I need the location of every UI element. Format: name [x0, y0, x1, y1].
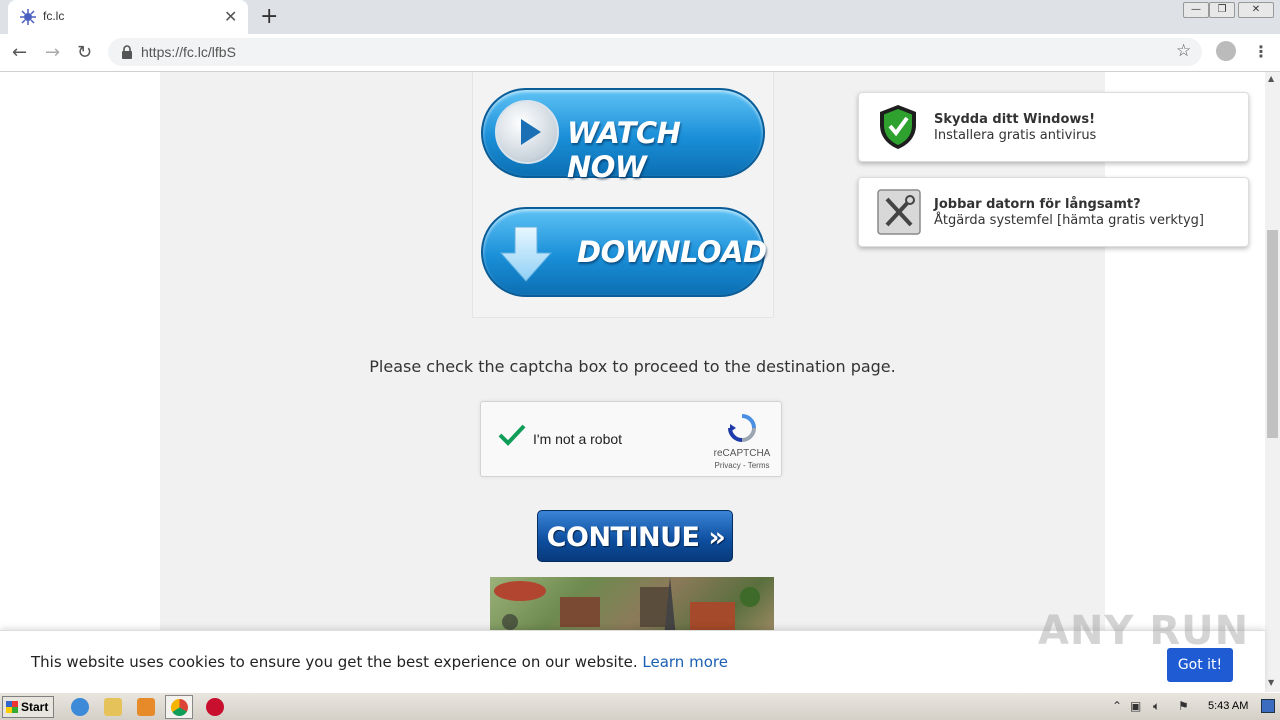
- content-column: WATCH NOW DOWNLOAD Please check the capt…: [160, 72, 1105, 692]
- game-scene-graphic: [494, 577, 760, 637]
- scroll-down-icon[interactable]: ▼: [1268, 678, 1274, 687]
- reload-icon[interactable]: ↻: [77, 42, 92, 63]
- opera-icon[interactable]: [206, 698, 224, 716]
- widget-title: Skydda ditt Windows!: [934, 112, 1096, 127]
- robot-checkbox-label: I'm not a robot: [533, 431, 623, 447]
- browser-tab[interactable]: fc.lc ✕: [8, 0, 248, 34]
- lock-icon: [122, 45, 132, 59]
- anyrun-watermark: ANY RUN: [1038, 608, 1250, 654]
- windows-logo-icon: [6, 701, 18, 713]
- shield-check-icon: [880, 105, 916, 149]
- recaptcha-widget[interactable]: I'm not a robot reCAPTCHA Privacy - Term…: [480, 401, 782, 477]
- button-panel: WATCH NOW DOWNLOAD: [472, 72, 774, 318]
- widget-title: Jobbar datorn för långsamt?: [934, 197, 1141, 212]
- learn-more-link[interactable]: Learn more: [642, 653, 728, 671]
- url-text[interactable]: https://fc.lc/lfbS: [141, 44, 236, 60]
- minimize-button[interactable]: —: [1183, 2, 1209, 18]
- windows-taskbar: Start ⌃ ▣ 🔈︎ ⚑ 5:43 AM: [0, 692, 1280, 720]
- tray-expand-icon[interactable]: ⌃: [1112, 699, 1122, 713]
- ad-banner-image[interactable]: [490, 577, 774, 637]
- recaptcha-logo-icon: [728, 414, 756, 442]
- widget-antivirus[interactable]: Skydda ditt Windows! Installera gratis a…: [858, 92, 1249, 162]
- tab-title: fc.lc: [43, 9, 65, 23]
- download-arrow-icon: [499, 226, 553, 282]
- chrome-icon: [171, 699, 188, 716]
- scroll-up-icon[interactable]: ▲: [1268, 74, 1274, 83]
- address-bar[interactable]: https://fc.lc/lfbS ☆: [108, 38, 1202, 66]
- favicon-icon: [20, 9, 36, 25]
- recaptcha-brand: reCAPTCHA: [713, 448, 771, 459]
- close-window-button[interactable]: ✕: [1238, 2, 1274, 18]
- cookie-message: This website uses cookies to ensure you …: [31, 653, 638, 671]
- captcha-message: Please check the captcha box to proceed …: [369, 357, 896, 376]
- volume-icon[interactable]: 🔈︎: [1153, 699, 1160, 714]
- menu-kebab-icon[interactable]: ⋮: [1253, 42, 1269, 61]
- page-viewport: WATCH NOW DOWNLOAD Please check the capt…: [0, 72, 1265, 692]
- forward-arrow-icon[interactable]: →: [45, 42, 60, 63]
- widget-speedup[interactable]: Jobbar datorn för långsamt? Åtgärda syst…: [858, 177, 1249, 247]
- checkmark-icon[interactable]: [497, 422, 527, 448]
- internet-explorer-icon[interactable]: [71, 698, 89, 716]
- title-bar: fc.lc ✕ + — ❐ ✕: [0, 0, 1280, 34]
- play-icon: [495, 100, 559, 164]
- clock[interactable]: 5:43 AM: [1208, 700, 1248, 712]
- chrome-taskbar-button[interactable]: [165, 695, 193, 719]
- continue-label: CONTINUE »: [546, 522, 726, 553]
- watch-now-label: WATCH NOW: [567, 116, 681, 184]
- scrollbar-thumb[interactable]: [1267, 230, 1278, 438]
- network-icon[interactable]: ▣: [1130, 699, 1141, 713]
- browser-toolbar: ← → ↻ https://fc.lc/lfbS ☆ ⋮: [0, 34, 1280, 72]
- widget-subtitle: Installera gratis antivirus: [934, 128, 1097, 143]
- restore-button[interactable]: ❐: [1209, 2, 1235, 18]
- media-player-icon[interactable]: [137, 698, 155, 716]
- cookie-text: This website uses cookies to ensure you …: [31, 653, 728, 671]
- bookmark-star-icon[interactable]: ☆: [1176, 41, 1191, 61]
- start-button[interactable]: Start: [2, 696, 54, 718]
- folder-icon[interactable]: [104, 698, 122, 716]
- recaptcha-privacy-terms[interactable]: Privacy - Terms: [705, 461, 779, 470]
- tools-icon: [877, 189, 921, 235]
- start-label: Start: [21, 700, 49, 714]
- widget-subtitle: Åtgärda systemfel [hämta gratis verktyg]: [934, 213, 1204, 228]
- back-arrow-icon[interactable]: ←: [12, 42, 27, 63]
- show-desktop-icon[interactable]: [1261, 699, 1275, 713]
- account-icon[interactable]: [1216, 41, 1236, 61]
- tab-close-icon[interactable]: ✕: [224, 7, 237, 26]
- flag-icon[interactable]: ⚑: [1178, 699, 1189, 713]
- download-button[interactable]: DOWNLOAD: [481, 207, 767, 297]
- watch-now-button[interactable]: WATCH NOW: [481, 88, 765, 184]
- continue-button[interactable]: CONTINUE »: [537, 510, 733, 562]
- download-label: DOWNLOAD: [577, 235, 767, 269]
- new-tab-button[interactable]: +: [260, 4, 278, 29]
- vertical-scrollbar[interactable]: ▲ ▼: [1265, 72, 1280, 692]
